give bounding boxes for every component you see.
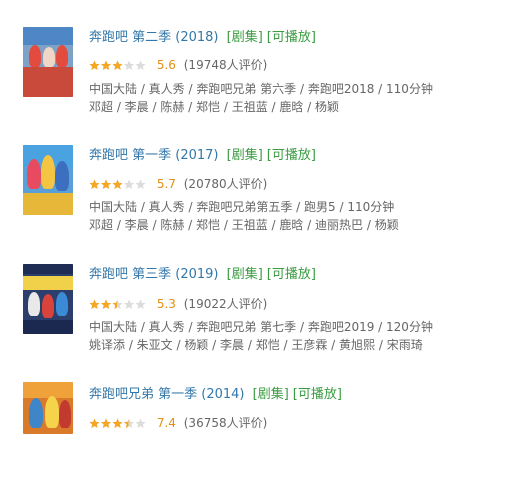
stars-svg [89,60,146,70]
star-icon [135,418,146,428]
star-icon [89,418,100,428]
result-meta: 中国大陆 / 真人秀 / 奔跑吧兄弟第五季 / 跑男5 / 110分钟 [89,200,395,214]
list-item: 奔跑吧兄弟 第一季 (2014) [剧集] [可播放] 7.4 (36758人评价… [0,377,522,487]
result-meta: 中国大陆 / 真人秀 / 奔跑吧兄弟 第六季 / 奔跑吧2018 / 110分钟 [89,82,433,96]
tag-playable[interactable]: [可播放] [267,30,316,45]
result-cast: 姚译添 / 朱亚文 / 杨颖 / 李晨 / 郑恺 / 王彦霖 / 黄旭熙 / 宋… [89,338,423,352]
result-cast: 邓超 / 李晨 / 陈赫 / 郑恺 / 王祖蓝 / 鹿晗 / 迪丽热巴 / 杨颖 [89,218,399,232]
star-icon [89,179,100,189]
result-cast: 邓超 / 李晨 / 陈赫 / 郑恺 / 王祖蓝 / 鹿晗 / 杨颖 [89,100,340,114]
result-title[interactable]: 奔跑吧 第一季 (2017) [89,148,219,163]
result-title[interactable]: 奔跑吧 第二季 (2018) [89,30,219,45]
star-icon [135,299,146,309]
stars-svg [89,418,146,428]
star-icon [100,418,112,428]
rating-count: (20780人评价) [183,177,268,191]
rating-stars [89,179,147,191]
result-title[interactable]: 奔跑吧兄弟 第一季 (2014) [89,387,245,402]
star-icon [135,60,146,70]
star-icon [112,418,123,428]
search-results-list: 奔跑吧 第二季 (2018) [剧集] [可播放] 5.6 (19748人评价) … [0,0,522,434]
rating-count: (19748人评价) [183,58,268,72]
rating-stars [89,418,147,430]
poster-image[interactable] [23,382,73,434]
stars-svg [89,299,146,309]
tag-playable[interactable]: [可播放] [267,148,316,163]
star-icon [123,60,135,70]
tag-series[interactable]: [剧集] [227,148,263,163]
result-title[interactable]: 奔跑吧 第三季 (2019) [89,267,219,282]
star-icon [112,179,123,189]
rating-stars [89,299,147,311]
stars-svg [89,179,146,189]
star-icon [135,179,146,189]
rating-score: 5.6 [156,58,176,72]
list-item: 奔跑吧 第一季 (2017) [剧集] [可播放] 5.7 (20780人评价) … [0,140,522,250]
star-icon [100,299,112,309]
poster-image[interactable] [23,27,73,97]
result-meta: 中国大陆 / 真人秀 / 奔跑吧兄弟 第七季 / 奔跑吧2019 / 120分钟 [89,320,433,334]
tag-playable[interactable]: [可播放] [267,267,316,282]
star-icon [112,60,123,70]
tag-series[interactable]: [剧集] [253,387,289,402]
rating-stars [89,60,147,72]
tag-series[interactable]: [剧集] [227,267,263,282]
list-item: 奔跑吧 第二季 (2018) [剧集] [可播放] 5.6 (19748人评价) … [0,22,522,132]
star-icon [100,60,112,70]
star-icon [89,299,100,309]
star-icon [123,179,135,189]
rating-count: (19022人评价) [183,297,268,311]
tag-playable[interactable]: [可播放] [293,387,342,402]
poster-image[interactable] [23,264,73,334]
star-icon [112,299,123,309]
list-item: 奔跑吧 第三季 (2019) [剧集] [可播放] 5.3 (19022人评价) … [0,259,522,369]
rating-score: 5.3 [156,297,176,311]
poster-image[interactable] [23,145,73,215]
star-icon [89,60,100,70]
star-icon [123,418,135,428]
rating-count: (36758人评价) [183,416,268,430]
rating-score: 5.7 [156,177,176,191]
rating-score: 7.4 [156,416,176,430]
star-icon [100,179,112,189]
tag-series[interactable]: [剧集] [227,30,263,45]
star-icon [123,299,135,309]
